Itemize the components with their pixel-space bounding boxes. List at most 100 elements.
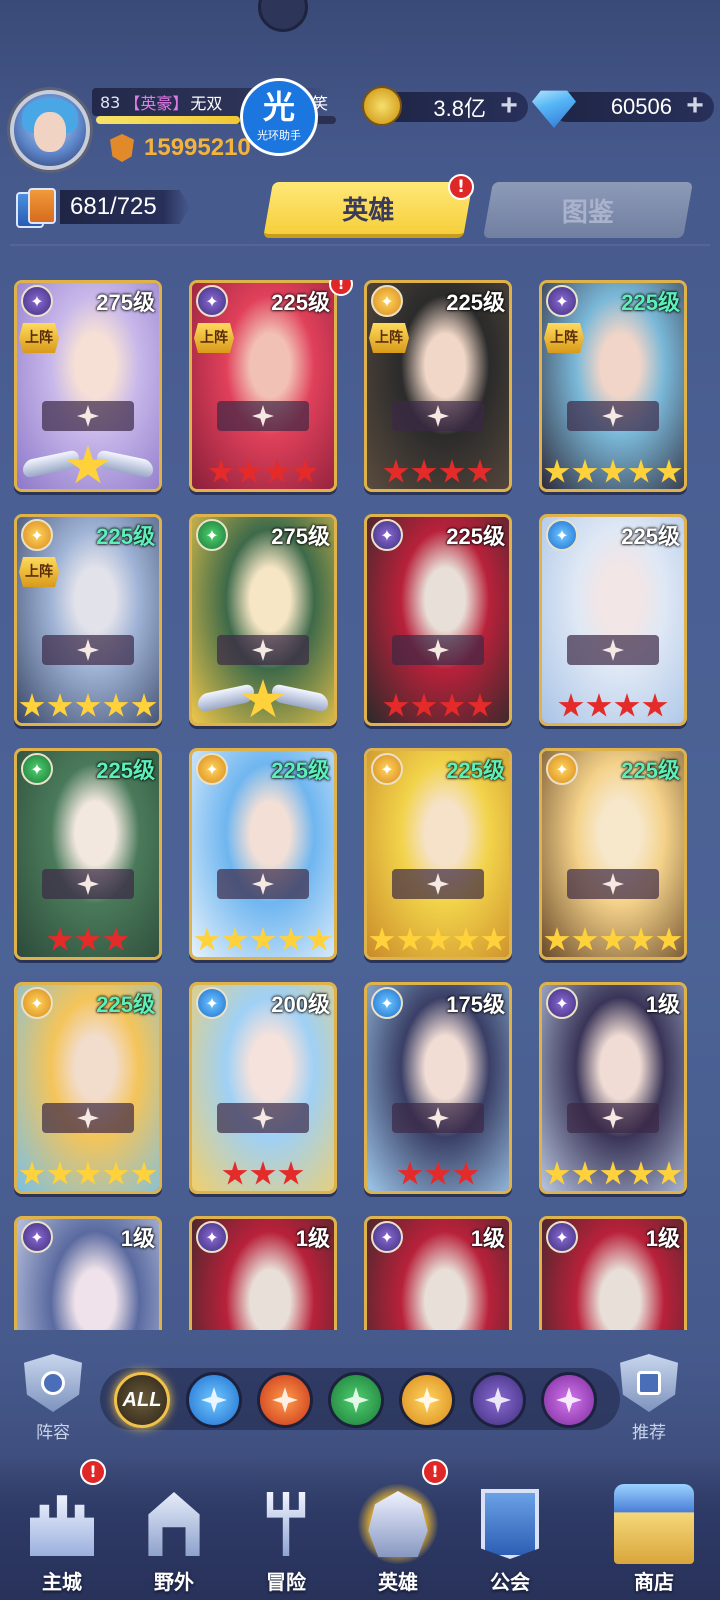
hero-emblem-icon (567, 1103, 659, 1133)
hero-emblem-icon (567, 635, 659, 665)
hero-card[interactable]: ✦ 225级 (14, 982, 162, 1194)
hero-card[interactable]: ✦ 225级 (14, 748, 162, 960)
tab-heroes-label: 英雄 (342, 195, 395, 226)
hero-level: 200级 (271, 992, 330, 1017)
filter-light-button[interactable] (399, 1372, 455, 1428)
nav-adventure[interactable]: 冒险 (236, 1465, 336, 1595)
hero-card[interactable]: ✦ 225级 上阵 (364, 280, 512, 492)
nav-guild[interactable]: 公会 (460, 1465, 560, 1595)
hero-level: 1级 (295, 1226, 330, 1251)
hero-emblem-icon (42, 869, 134, 899)
gate-icon (134, 1484, 214, 1564)
filter-all-button[interactable]: ALL (114, 1372, 170, 1428)
hero-level: 225级 (96, 758, 155, 783)
hero-card[interactable]: ✦ 1级 (539, 1216, 687, 1330)
hero-card[interactable]: ✦ 225级 上阵 (189, 280, 337, 492)
star-icon (19, 1161, 45, 1185)
star-icon (250, 927, 276, 951)
star-rating (367, 1159, 509, 1189)
star-icon (467, 459, 493, 483)
hero-card[interactable]: ✦ 225级 (539, 514, 687, 726)
filter-nature-button[interactable] (328, 1372, 384, 1428)
thumbs-up-icon (620, 1354, 678, 1412)
player-avatar[interactable] (10, 90, 90, 170)
nav-shop-label: 商店 (634, 1570, 674, 1594)
star-icon (131, 693, 157, 717)
hero-card[interactable]: ✦ 225级 上阵 (14, 514, 162, 726)
hero-grid: ✦ 275级 上阵 ✦ 225级 上阵! ✦ 225级 上阵 ✦ 225级 上阵 ✦ 225级 上阵 ✦ 275… (12, 280, 702, 1330)
star-icon (47, 693, 73, 717)
star-icon (439, 693, 465, 717)
star-icon (558, 693, 584, 717)
tab-codex[interactable]: 图鉴 (483, 182, 693, 238)
hero-card[interactable]: ✦ 1级 (189, 1216, 337, 1330)
hero-card[interactable]: ✦ 225级 (364, 514, 512, 726)
hero-card[interactable]: ✦ 275级 (189, 514, 337, 726)
star-icon (194, 927, 220, 951)
nav-heroes-label: 英雄 (378, 1570, 418, 1594)
nav-shop[interactable]: 商店 (604, 1465, 704, 1595)
nav-heroes-alert: ! (422, 1459, 448, 1485)
star-icon (250, 1161, 276, 1185)
hero-emblem-icon (217, 869, 309, 899)
deployed-badge: 上阵 (19, 323, 59, 353)
hero-emblem-icon (217, 635, 309, 665)
light-faction-icon (414, 1387, 440, 1413)
star-icon (656, 1161, 682, 1185)
hero-card[interactable]: ✦ 225级 (539, 748, 687, 960)
nature-faction-icon (343, 1387, 369, 1413)
nav-main-city[interactable]: 主城 (12, 1465, 112, 1595)
bottom-nav: 主城 ! 野外 冒险 英雄 ! 公会 商店 (0, 1455, 720, 1600)
hero-card[interactable]: ✦ 175级 (364, 982, 512, 1194)
hero-card[interactable]: ✦ 225级 (189, 748, 337, 960)
hero-card[interactable]: ✦ 1级 (14, 1216, 162, 1330)
star-icon (572, 1161, 598, 1185)
add-gold-button[interactable]: + (496, 91, 522, 121)
diamond-icon (532, 90, 576, 128)
star-icon (411, 459, 437, 483)
nav-main-city-label: 主城 (42, 1570, 82, 1594)
hero-emblem-icon (42, 1103, 134, 1133)
gold-amount: 3.8亿 (433, 96, 486, 121)
hero-level: 1级 (645, 992, 680, 1017)
top-ornament (258, 0, 308, 32)
filter-water-button[interactable] (186, 1372, 242, 1428)
hero-level: 225级 (446, 758, 505, 783)
tab-heroes-alert-badge: ! (448, 174, 474, 200)
player-level: 83 (100, 92, 121, 112)
deployed-badge: 上阵 (19, 557, 59, 587)
star-rating (542, 925, 684, 955)
filter-void-button[interactable] (470, 1372, 526, 1428)
recommend-button[interactable]: 推荐 (614, 1354, 684, 1444)
hero-card[interactable]: ✦ 200级 (189, 982, 337, 1194)
hero-card[interactable]: ✦ 1级 (364, 1216, 512, 1330)
star-icon (292, 459, 318, 483)
hero-count: 681/725 (60, 190, 190, 224)
helper-badge[interactable]: 光 光环助手 (240, 78, 318, 156)
star-rating (17, 691, 159, 721)
tab-heroes[interactable]: 英雄 (263, 182, 473, 238)
star-icon (278, 1161, 304, 1185)
lineup-label: 阵容 (36, 1423, 70, 1443)
nav-main-city-alert: ! (80, 1459, 106, 1485)
faction-filter-panel: 阵容 推荐 ALL (0, 1340, 720, 1450)
add-gems-button[interactable]: + (682, 91, 708, 121)
hero-card[interactable]: ✦ 275级 上阵 (14, 280, 162, 492)
nav-wild[interactable]: 野外 (124, 1465, 224, 1595)
hero-level: 225级 (621, 524, 680, 549)
helper-badge-char: 光 (262, 88, 295, 126)
lineup-button[interactable]: 阵容 (18, 1354, 88, 1444)
filter-dark-button[interactable] (541, 1372, 597, 1428)
void-faction-icon: ✦ (546, 1221, 578, 1253)
exp-bar-fill (96, 116, 240, 124)
void-faction-icon (485, 1387, 511, 1413)
filter-fire-button[interactable] (257, 1372, 313, 1428)
star-icon (47, 927, 73, 951)
hero-card[interactable]: ✦ 225级 (364, 748, 512, 960)
void-faction-icon: ✦ (21, 1221, 53, 1253)
hero-card[interactable]: ✦ 225级 上阵 (539, 280, 687, 492)
hero-emblem-icon (217, 401, 309, 431)
player-title: 【英豪】 (124, 94, 189, 113)
nature-faction-icon: ✦ (21, 753, 53, 785)
hero-card[interactable]: ✦ 1级 (539, 982, 687, 1194)
